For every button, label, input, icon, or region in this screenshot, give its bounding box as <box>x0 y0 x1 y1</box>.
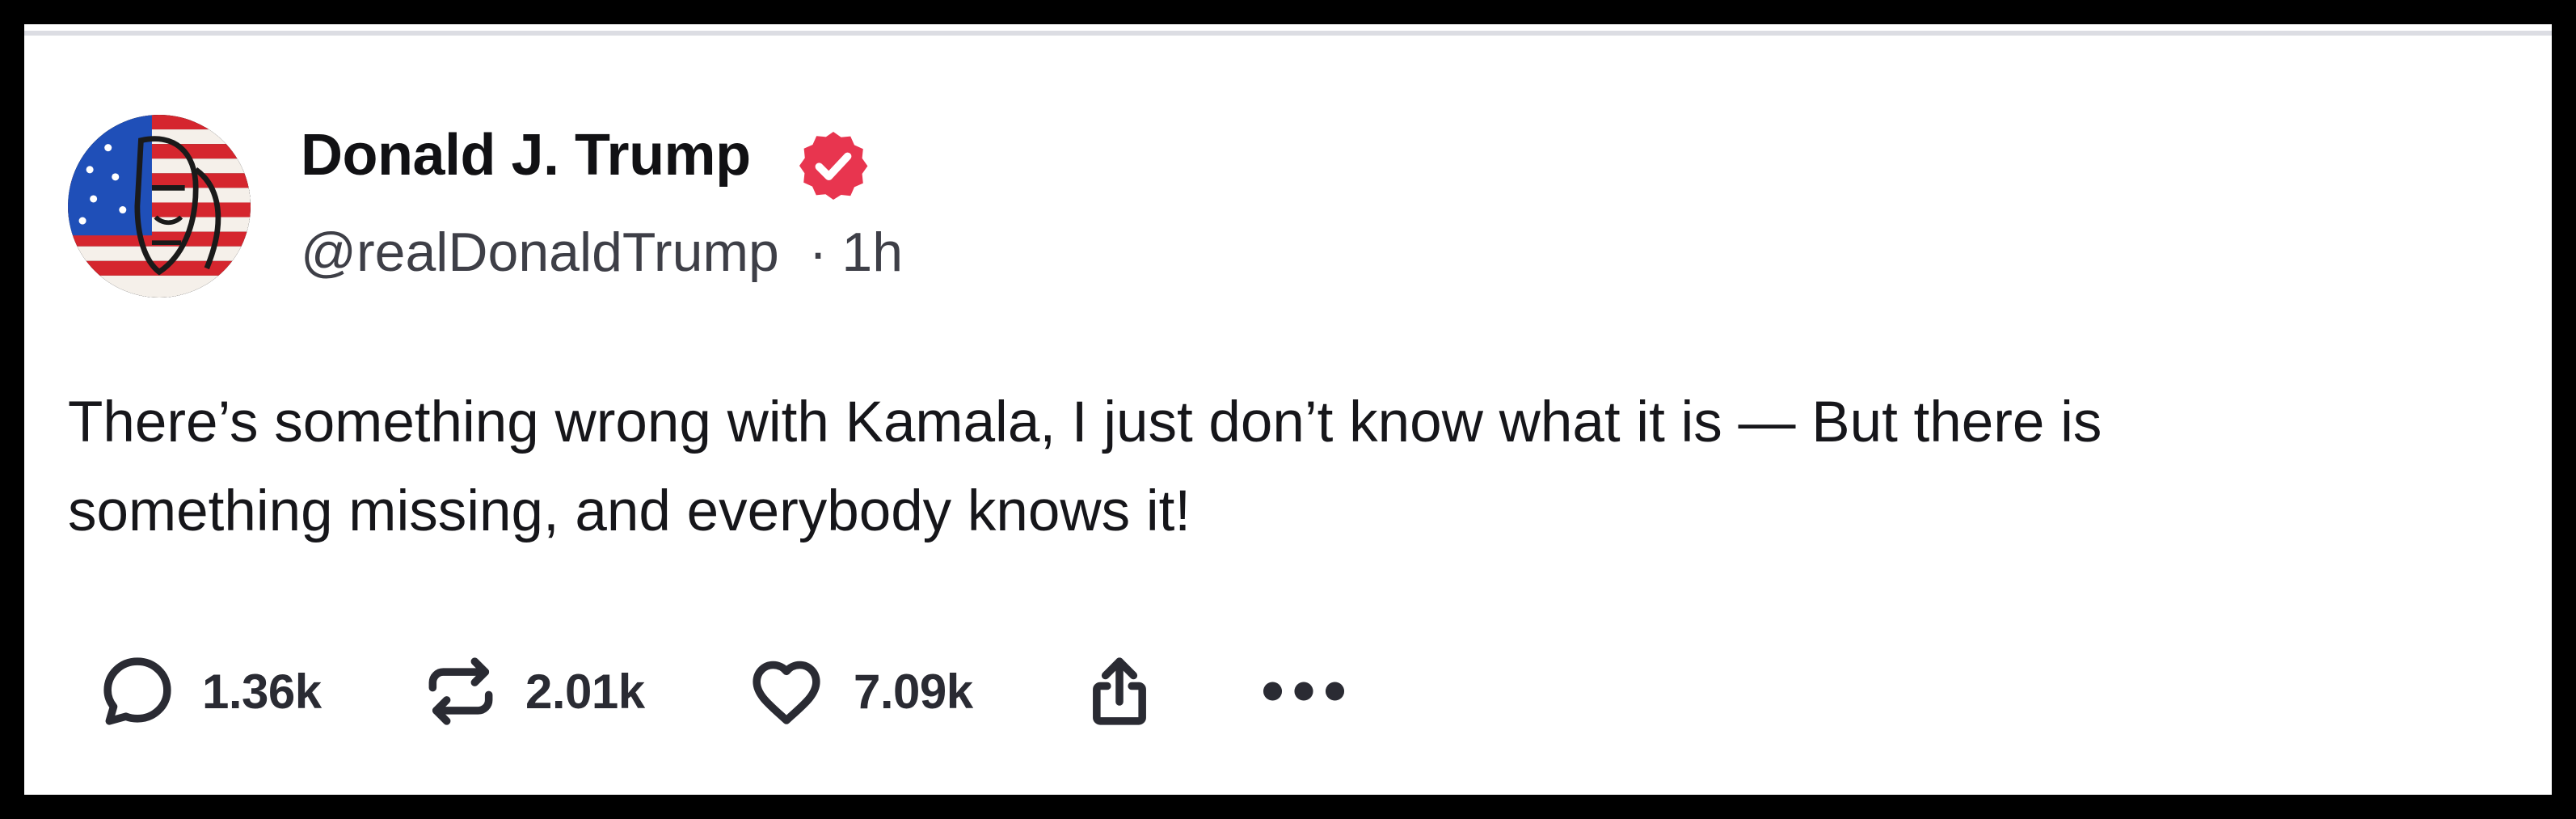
reply-button[interactable]: 1.36k <box>95 643 322 740</box>
post-text-line: something missing, and everybody knows i… <box>68 479 1191 543</box>
author-meta: @realDonaldTrump · 1h <box>301 225 903 280</box>
avatar[interactable] <box>68 115 251 298</box>
reply-icon <box>103 657 171 725</box>
repost-count: 2.01k <box>525 664 645 719</box>
post: Donald J. Trump @realDonaldTrump · 1h The… <box>24 24 2552 795</box>
more-icon <box>1263 682 1345 701</box>
share-button[interactable] <box>1077 643 1162 740</box>
like-button[interactable]: 7.09k <box>742 643 973 740</box>
repost-icon <box>428 657 493 725</box>
post-text-line: There’s something wrong with Kamala, I j… <box>68 391 2102 454</box>
author-display-name[interactable]: Donald J. Trump <box>301 126 751 184</box>
meta-separator: · <box>808 222 828 283</box>
reply-count: 1.36k <box>202 664 322 719</box>
post-text: There’s something wrong with Kamala, I j… <box>68 378 2525 556</box>
author-handle[interactable]: @realDonaldTrump <box>301 225 779 280</box>
share-icon <box>1093 657 1146 725</box>
post-timestamp[interactable]: 1h <box>841 225 903 280</box>
verified-badge-icon <box>799 132 868 200</box>
repost-button[interactable]: 2.01k <box>419 643 645 740</box>
heart-icon <box>753 661 820 724</box>
avatar-image <box>68 115 251 298</box>
post-card: Donald J. Trump @realDonaldTrump · 1h The… <box>24 24 2552 795</box>
more-options-button[interactable] <box>1259 643 1348 740</box>
like-count: 7.09k <box>854 664 973 719</box>
